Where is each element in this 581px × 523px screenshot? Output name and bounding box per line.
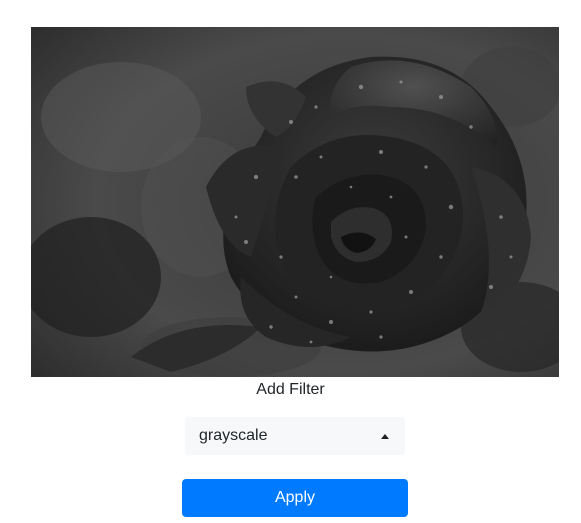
apply-button[interactable]: Apply (182, 479, 408, 517)
filter-page: Add Filter grayscale Apply (0, 0, 581, 523)
rose-photo (31, 27, 559, 377)
caret-up-icon (381, 433, 389, 439)
filter-select[interactable]: grayscale (185, 417, 405, 455)
add-filter-label: Add Filter (256, 381, 325, 398)
filter-select-value: grayscale (199, 427, 268, 444)
